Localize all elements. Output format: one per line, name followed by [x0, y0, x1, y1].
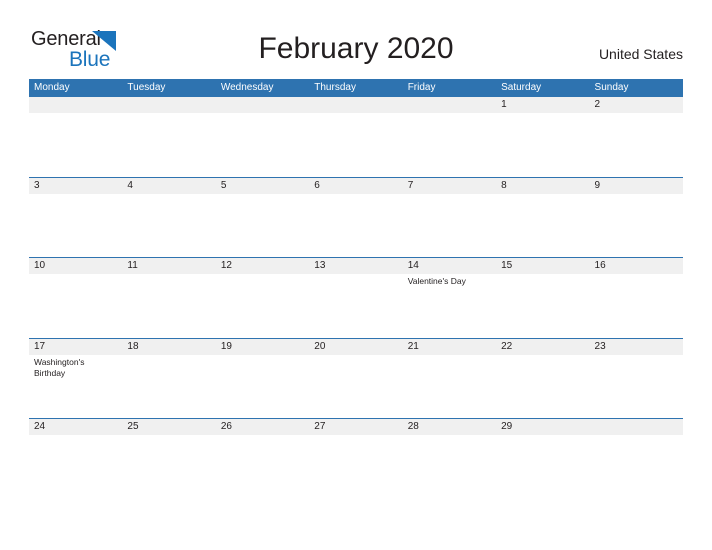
calendar-week-row: 3 4 5 6 7 8 9 [29, 176, 683, 258]
day-cell[interactable]: 6 [309, 177, 402, 258]
day-cell-empty [216, 96, 309, 177]
day-cell[interactable]: 20 [309, 338, 402, 419]
day-number: 10 [34, 260, 46, 272]
day-number: 17 [34, 340, 46, 352]
day-number: 3 [34, 179, 40, 191]
day-number: 1 [501, 99, 507, 110]
weekday-header-thursday: Thursday [314, 82, 356, 93]
day-event-label: Washington's Birthday [34, 356, 85, 378]
day-cell[interactable]: 2 [590, 96, 683, 177]
day-cell[interactable]: 4 [122, 177, 215, 258]
day-number: 12 [220, 260, 232, 272]
locale-label: United States [598, 46, 683, 62]
weekday-header-friday: Friday [407, 82, 436, 93]
day-number: 26 [220, 421, 232, 433]
day-number: 20 [314, 340, 326, 352]
day-number: 9 [594, 179, 601, 191]
calendar-page: General Blue February 2020 United States… [0, 0, 712, 550]
day-cell[interactable]: 22 [496, 338, 589, 419]
day-cell-empty [122, 96, 215, 177]
day-cell[interactable]: 18 [122, 338, 215, 419]
day-cell[interactable]: 19 [216, 338, 309, 419]
day-cell[interactable]: 12 [216, 257, 309, 338]
day-cell[interactable]: 17 Washington's Birthday [29, 338, 122, 419]
day-cell[interactable]: 14 Valentine's Day [403, 257, 496, 338]
day-number: 22 [501, 340, 513, 352]
weekday-header-wednesday: Wednesday [220, 82, 274, 93]
weekday-header-tuesday: Tuesday [127, 82, 166, 93]
week-day-cells: 24 25 26 27 28 29 [29, 418, 683, 499]
day-cell[interactable]: 16 [590, 257, 683, 338]
day-number: 5 [220, 179, 227, 191]
weekday-header-saturday: Saturday [501, 82, 542, 93]
day-cell[interactable]: 23 [590, 338, 683, 419]
day-number: 8 [501, 179, 507, 191]
calendar-week-row: 12 [29, 96, 683, 177]
day-cell-empty [29, 96, 122, 177]
day-cell[interactable]: 26 [216, 418, 309, 499]
day-number: 29 [501, 421, 513, 433]
day-cell[interactable]: 24 [29, 418, 122, 499]
day-number: 27 [314, 421, 326, 433]
day-number: 21 [407, 340, 419, 352]
page-header: General Blue February 2020 United States [0, 0, 712, 78]
weekday-header-row: Monday Tuesday Wednesday Thursday Friday… [29, 79, 683, 96]
day-number: 18 [127, 340, 139, 352]
day-number: 7 [407, 179, 414, 191]
day-cell[interactable]: 25 [122, 418, 215, 499]
calendar-week-row: 17 Washington's Birthday 18 19 20 21 22 23 [29, 337, 683, 419]
day-cell-empty [309, 96, 402, 177]
day-cell[interactable]: 15 [496, 257, 589, 338]
day-cell[interactable]: 10 [29, 257, 122, 338]
day-number: 6 [314, 179, 320, 191]
day-number: 25 [127, 421, 139, 433]
day-cell[interactable]: 28 [403, 418, 496, 499]
calendar-week-row: 24 25 26 27 28 29 [29, 418, 683, 499]
day-cell[interactable]: 29 [496, 418, 589, 499]
day-number: 4 [127, 179, 133, 191]
day-number: 11 [127, 260, 138, 272]
day-cell[interactable]: 9 [590, 177, 683, 258]
day-number: 15 [501, 260, 513, 272]
week-day-cells: 10 11 12 13 14 Valentine's Day 15 16 [29, 257, 683, 338]
day-number: 2 [594, 99, 601, 110]
day-cell[interactable]: 11 [122, 257, 215, 338]
week-day-cells: 17 Washington's Birthday 18 19 20 21 22 23 [29, 338, 683, 419]
calendar-weeks: 1 2 3 4 5 6 7 8 9 10 11 12 13 14 Valentine's Day 15 16 17… [29, 96, 683, 499]
week-day-cells: 3 4 5 6 7 8 9 [29, 177, 683, 258]
day-cell[interactable]: 27 [309, 418, 402, 499]
day-cell-empty [590, 418, 683, 499]
day-cell[interactable]: 13 [309, 257, 402, 338]
day-cell[interactable]: 3 [29, 177, 122, 258]
day-number: 13 [314, 260, 326, 272]
day-number: 28 [407, 421, 419, 433]
weekday-header-monday: Monday [34, 82, 70, 93]
day-number: 14 [407, 260, 419, 272]
day-cell[interactable]: 8 [496, 177, 589, 258]
calendar-grid: Monday Tuesday Wednesday Thursday Friday… [29, 79, 683, 499]
day-number: 24 [34, 421, 46, 433]
day-cell[interactable]: 5 [216, 177, 309, 258]
calendar-week-row: 10 11 12 13 14 Valentine's Day 15 16 [29, 257, 683, 338]
day-number: 19 [220, 340, 232, 352]
day-event-label: Valentine's Day [407, 276, 466, 287]
day-cell[interactable]: 7 [403, 177, 496, 258]
day-number: 23 [594, 340, 606, 352]
day-cell[interactable]: 21 [403, 338, 496, 419]
weekday-header-sunday: Sunday [594, 82, 629, 93]
day-number: 16 [594, 260, 606, 272]
day-cell[interactable]: 1 [496, 96, 589, 177]
week-day-cells: 12 [29, 96, 683, 177]
day-cell-empty [403, 96, 496, 177]
